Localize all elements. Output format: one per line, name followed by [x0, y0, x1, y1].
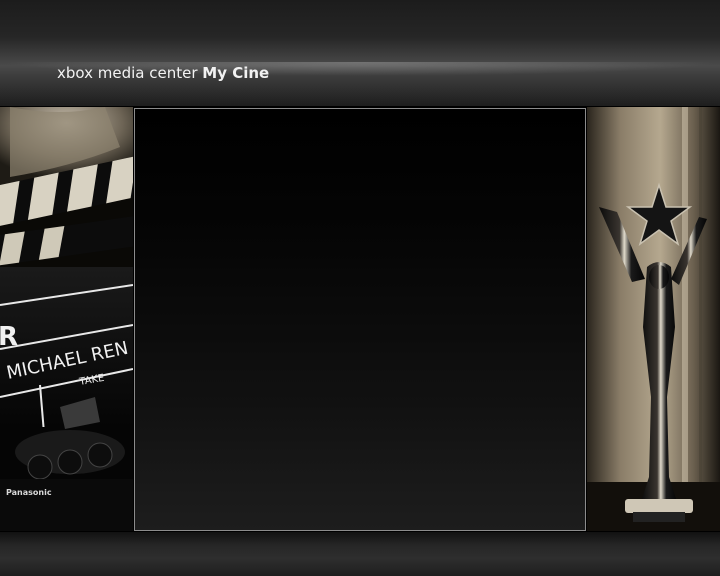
slate-letter: R [0, 322, 18, 352]
clapperboard-illustration: R MICHAEL REN TAKE Panasonic [0, 107, 133, 531]
content-panel [134, 108, 586, 531]
media-center-screen: xbox media center My Cine R MICHAEL REN … [0, 0, 720, 576]
award-statuette-image [587, 107, 720, 531]
award-illustration [587, 107, 720, 531]
camera-brand: Panasonic [6, 488, 52, 497]
header-bar: xbox media center My Cine [0, 0, 720, 106]
page-title: xbox media center My Cine [57, 64, 269, 82]
clapperboard-image: R MICHAEL REN TAKE Panasonic [0, 107, 133, 531]
app-name: xbox media center [57, 64, 198, 82]
section-title: My Cine [202, 64, 270, 82]
footer-bar [0, 532, 720, 576]
